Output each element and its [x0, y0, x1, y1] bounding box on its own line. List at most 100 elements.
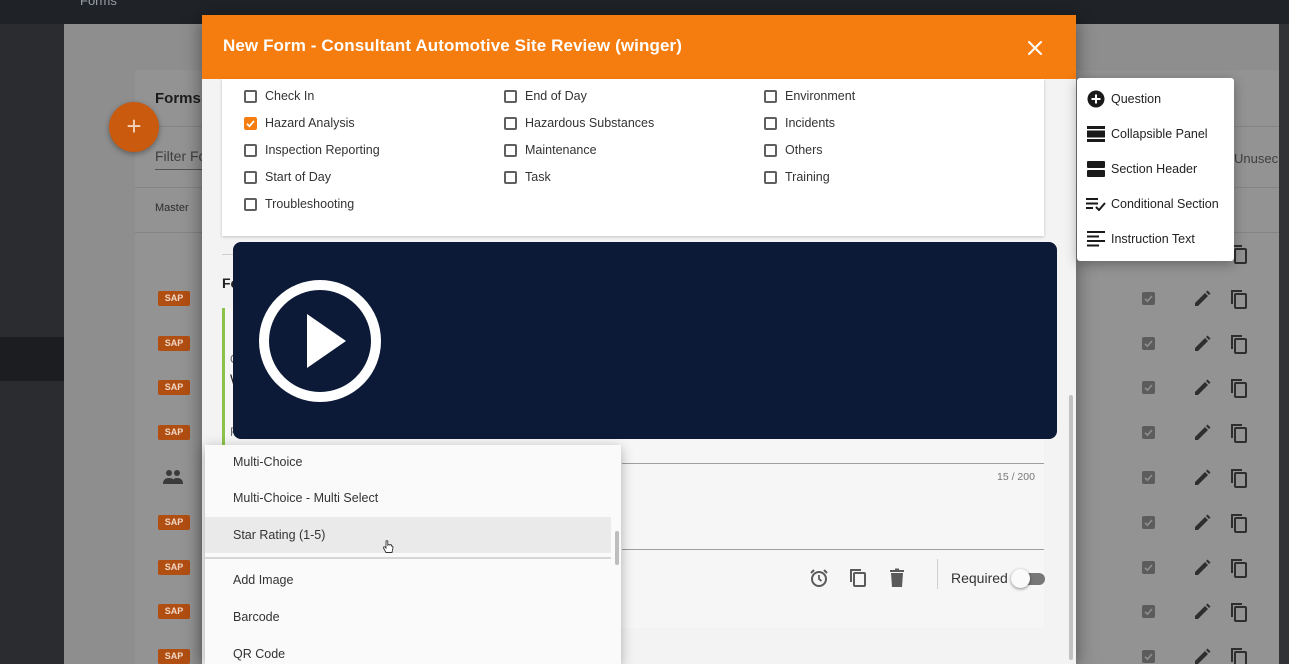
category-checkbox[interactable]: Maintenance [504, 143, 597, 157]
copy-icon[interactable] [1228, 422, 1250, 444]
checkbox-icon[interactable] [244, 197, 257, 211]
copy-icon[interactable] [1228, 601, 1250, 623]
category-checkbox[interactable]: Inspection Reporting [244, 143, 380, 157]
required-toggle-knob[interactable] [1011, 569, 1030, 588]
close-icon[interactable] [1028, 41, 1042, 55]
sap-badge: SAP [158, 425, 190, 440]
dropdown-option[interactable]: Multi-Choice [205, 445, 611, 480]
copy-icon[interactable] [1228, 377, 1250, 399]
edit-pencil-icon[interactable] [1192, 378, 1212, 398]
row-checkbox[interactable] [1142, 561, 1155, 574]
category-checkbox[interactable]: Training [764, 170, 830, 184]
category-checkbox[interactable]: Check In [244, 89, 314, 103]
dropdown-option-hovered[interactable]: Star Rating (1-5) [205, 517, 611, 553]
category-checkbox[interactable]: Hazardous Substances [504, 116, 654, 130]
checkbox-icon[interactable] [244, 143, 257, 157]
edit-pencil-icon[interactable] [1192, 558, 1212, 578]
people-icon [163, 470, 183, 484]
dialog-header: New Form - Consultant Automotive Site Re… [202, 15, 1076, 79]
section-header-icon [1086, 160, 1106, 178]
master-column-header: Master [155, 202, 189, 214]
row-checkbox[interactable] [1142, 426, 1155, 439]
sap-badge: SAP [158, 560, 190, 575]
row-checkbox[interactable] [1142, 650, 1155, 663]
row-checkbox[interactable] [1142, 471, 1155, 484]
category-checkbox[interactable]: Task [504, 170, 551, 184]
row-checkbox[interactable] [1142, 337, 1155, 350]
edit-pencil-icon[interactable] [1192, 647, 1212, 664]
checkbox-icon[interactable] [764, 89, 777, 103]
copy-icon[interactable] [1228, 288, 1250, 310]
instruction-text-icon [1086, 230, 1106, 248]
row-checkbox[interactable] [1142, 605, 1155, 618]
breadcrumb[interactable]: Forms [80, 0, 117, 8]
edit-pencil-icon[interactable] [1192, 602, 1212, 622]
checkbox-icon[interactable] [764, 143, 777, 157]
menu-item-conditional-section[interactable]: Conditional Section [1077, 186, 1234, 221]
dropdown-scrollbar[interactable] [615, 531, 619, 565]
forms-card-title: Forms [155, 90, 201, 107]
row-checkbox[interactable] [1142, 516, 1155, 529]
dropdown-option[interactable]: Multi-Choice - Multi Select [205, 480, 611, 516]
category-checkbox[interactable]: Others [764, 143, 823, 157]
question-accent-bar [222, 308, 225, 458]
sap-badge: SAP [158, 380, 190, 395]
alarm-clock-icon[interactable] [808, 567, 830, 589]
category-checkbox[interactable]: Incidents [764, 116, 835, 130]
category-checkbox[interactable]: Environment [764, 89, 855, 103]
sap-badge: SAP [158, 649, 190, 664]
add-element-menu: Question Collapsible Panel Section Heade… [1077, 78, 1234, 261]
edit-pencil-icon[interactable] [1192, 468, 1212, 488]
menu-item-question[interactable]: Question [1077, 81, 1234, 116]
category-checkbox[interactable]: Troubleshooting [244, 197, 354, 211]
category-checkbox-checked[interactable]: Hazard Analysis [244, 116, 355, 130]
sap-badge: SAP [158, 515, 190, 530]
checkbox-icon[interactable] [504, 170, 517, 184]
row-checkbox[interactable] [1142, 292, 1155, 305]
left-navigation-rail [0, 24, 64, 664]
checkbox-icon[interactable] [504, 143, 517, 157]
divider [205, 557, 611, 559]
checkbox-icon[interactable] [504, 89, 517, 103]
menu-item-instruction-text[interactable]: Instruction Text [1077, 221, 1234, 256]
checked-checkbox-icon[interactable] [244, 116, 257, 130]
dropdown-option[interactable]: Add Image [205, 562, 611, 598]
add-form-fab-button[interactable]: + [109, 102, 159, 152]
checkbox-icon[interactable] [504, 116, 517, 130]
copy-icon[interactable] [1228, 646, 1250, 664]
checkbox-icon[interactable] [244, 89, 257, 103]
menu-item-collapsible-panel[interactable]: Collapsible Panel [1077, 116, 1234, 151]
checkbox-icon[interactable] [764, 116, 777, 130]
copy-icon[interactable] [1228, 467, 1250, 489]
category-checkbox[interactable]: End of Day [504, 89, 587, 103]
window-edge [1279, 24, 1289, 664]
question-input-underline [622, 463, 1044, 464]
edit-pencil-icon[interactable] [1192, 334, 1212, 354]
nav-item-selected[interactable] [0, 337, 64, 381]
dropdown-option[interactable]: Barcode [205, 599, 611, 635]
checkbox-icon[interactable] [764, 170, 777, 184]
character-counter: 15 / 200 [997, 471, 1035, 483]
required-label: Required [951, 570, 1008, 586]
add-circle-icon [1086, 90, 1106, 108]
copy-icon[interactable] [847, 567, 869, 589]
dropdown-option[interactable]: QR Code [205, 636, 611, 664]
hand-cursor-icon [383, 540, 394, 553]
copy-icon[interactable] [1228, 512, 1250, 534]
edit-pencil-icon[interactable] [1192, 513, 1212, 533]
edit-pencil-icon[interactable] [1192, 423, 1212, 443]
copy-icon[interactable] [1228, 333, 1250, 355]
delete-icon[interactable] [886, 567, 908, 589]
category-checkbox[interactable]: Start of Day [244, 170, 331, 184]
dialog-scrollbar[interactable] [1069, 395, 1073, 660]
unused-filter-label[interactable]: Unusec [1234, 151, 1278, 166]
play-icon[interactable] [258, 279, 382, 403]
collapsible-panel-icon [1086, 125, 1106, 143]
edit-pencil-icon[interactable] [1192, 289, 1212, 309]
filter-forms-input[interactable]: Filter Fo [155, 148, 205, 170]
checkbox-icon[interactable] [244, 170, 257, 184]
copy-icon[interactable] [1228, 557, 1250, 579]
row-checkbox[interactable] [1142, 381, 1155, 394]
question-input-underline [622, 549, 1044, 550]
menu-item-section-header[interactable]: Section Header [1077, 151, 1234, 186]
